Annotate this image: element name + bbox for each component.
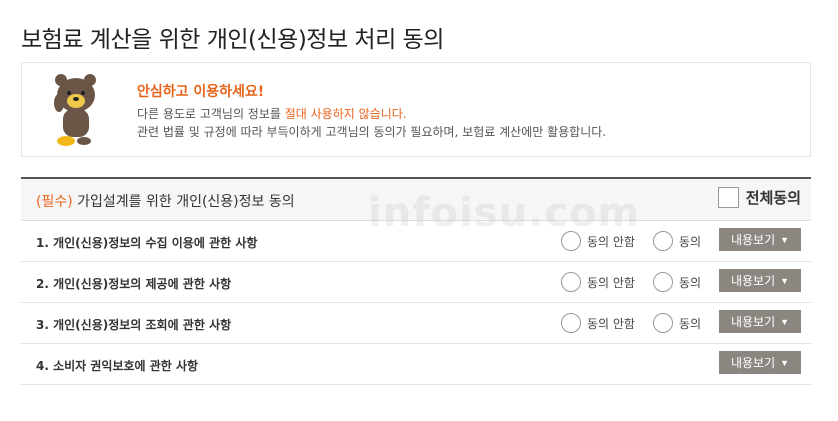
disagree-label: 동의 안함 [587, 234, 635, 249]
all-agree-checkbox[interactable]: 전체동의 [717, 187, 801, 208]
view-details-label: 내용보기 [730, 233, 776, 247]
bear-mascot-icon [54, 74, 96, 146]
chevron-down-icon: ▼ [780, 234, 790, 245]
agreement-row: 4. 소비자 권익보호에 관한 사항 내용보기 ▼ [21, 344, 811, 385]
agree-radio[interactable]: 동의 [653, 272, 701, 292]
view-details-button[interactable]: 내용보기 ▼ [719, 228, 801, 251]
chevron-down-icon: ▼ [780, 316, 790, 327]
disagree-radio[interactable]: 동의 안함 [561, 231, 635, 251]
view-details-label: 내용보기 [730, 356, 776, 370]
view-details-button[interactable]: 내용보기 ▼ [719, 269, 801, 292]
disagree-label: 동의 안함 [587, 275, 635, 290]
page-title: 보험료 계산을 위한 개인(신용)정보 처리 동의 [21, 27, 444, 53]
radio-circle[interactable] [653, 272, 673, 292]
view-details-label: 내용보기 [730, 274, 776, 288]
notice-box: 안심하고 이용하세요! 다른 용도로 고객님의 정보를 절대 사용하지 않습니다… [21, 62, 811, 157]
radio-circle[interactable] [653, 313, 673, 333]
agreement-title: (필수) 가입설계를 위한 개인(신용)정보 동의 [36, 191, 295, 211]
disagree-radio[interactable]: 동의 안함 [561, 272, 635, 292]
radio-circle[interactable] [653, 231, 673, 251]
notice-text-plain: 다른 용도로 고객님의 정보를 [137, 107, 285, 121]
view-details-label: 내용보기 [730, 315, 776, 329]
row-title: 3. 개인(신용)정보의 조회에 관한 사항 [36, 318, 232, 332]
notice-heading: 안심하고 이용하세요! [137, 84, 265, 100]
view-details-button[interactable]: 내용보기 ▼ [719, 310, 801, 333]
disagree-radio[interactable]: 동의 안함 [561, 313, 635, 333]
row-title: 4. 소비자 권익보호에 관한 사항 [36, 359, 199, 373]
agreement-row: 3. 개인(신용)정보의 조회에 관한 사항 동의 안함 동의 내용보기 ▼ [21, 303, 811, 344]
agreement-row: 2. 개인(신용)정보의 제공에 관한 사항 동의 안함 동의 내용보기 ▼ [21, 262, 811, 303]
agree-radio[interactable]: 동의 [653, 313, 701, 333]
chevron-down-icon: ▼ [780, 275, 790, 286]
row-title: 2. 개인(신용)정보의 제공에 관한 사항 [36, 277, 232, 291]
radio-circle[interactable] [561, 313, 581, 333]
row-title: 1. 개인(신용)정보의 수집 이용에 관한 사항 [36, 236, 258, 250]
radio-circle[interactable] [561, 231, 581, 251]
notice-text-line2: 관련 법률 및 규정에 따라 부득이하게 고객님의 동의가 필요하며, 보험료 … [137, 125, 607, 139]
chevron-down-icon: ▼ [780, 357, 790, 368]
notice-text-line1: 다른 용도로 고객님의 정보를 절대 사용하지 않습니다. [137, 105, 407, 122]
agree-radio[interactable]: 동의 [653, 231, 701, 251]
agree-label: 동의 [679, 316, 702, 331]
notice-text-highlight: 절대 사용하지 않습니다. [284, 107, 407, 121]
agree-label: 동의 [679, 275, 702, 290]
disagree-label: 동의 안함 [587, 316, 635, 331]
checkbox-box[interactable] [717, 187, 739, 208]
required-tag: (필수) [36, 194, 73, 210]
agreement-title-text: 가입설계를 위한 개인(신용)정보 동의 [77, 194, 295, 210]
radio-circle[interactable] [561, 272, 581, 292]
all-agree-label: 전체동의 [745, 189, 801, 207]
view-details-button[interactable]: 내용보기 ▼ [719, 351, 801, 374]
agreement-header: (필수) 가입설계를 위한 개인(신용)정보 동의 전체동의 [21, 179, 811, 221]
agreement-table: (필수) 가입설계를 위한 개인(신용)정보 동의 전체동의 1. 개인(신용)… [21, 177, 811, 385]
agree-label: 동의 [679, 234, 702, 249]
agreement-row: 1. 개인(신용)정보의 수집 이용에 관한 사항 동의 안함 동의 내용보기 ▼ [21, 221, 811, 262]
